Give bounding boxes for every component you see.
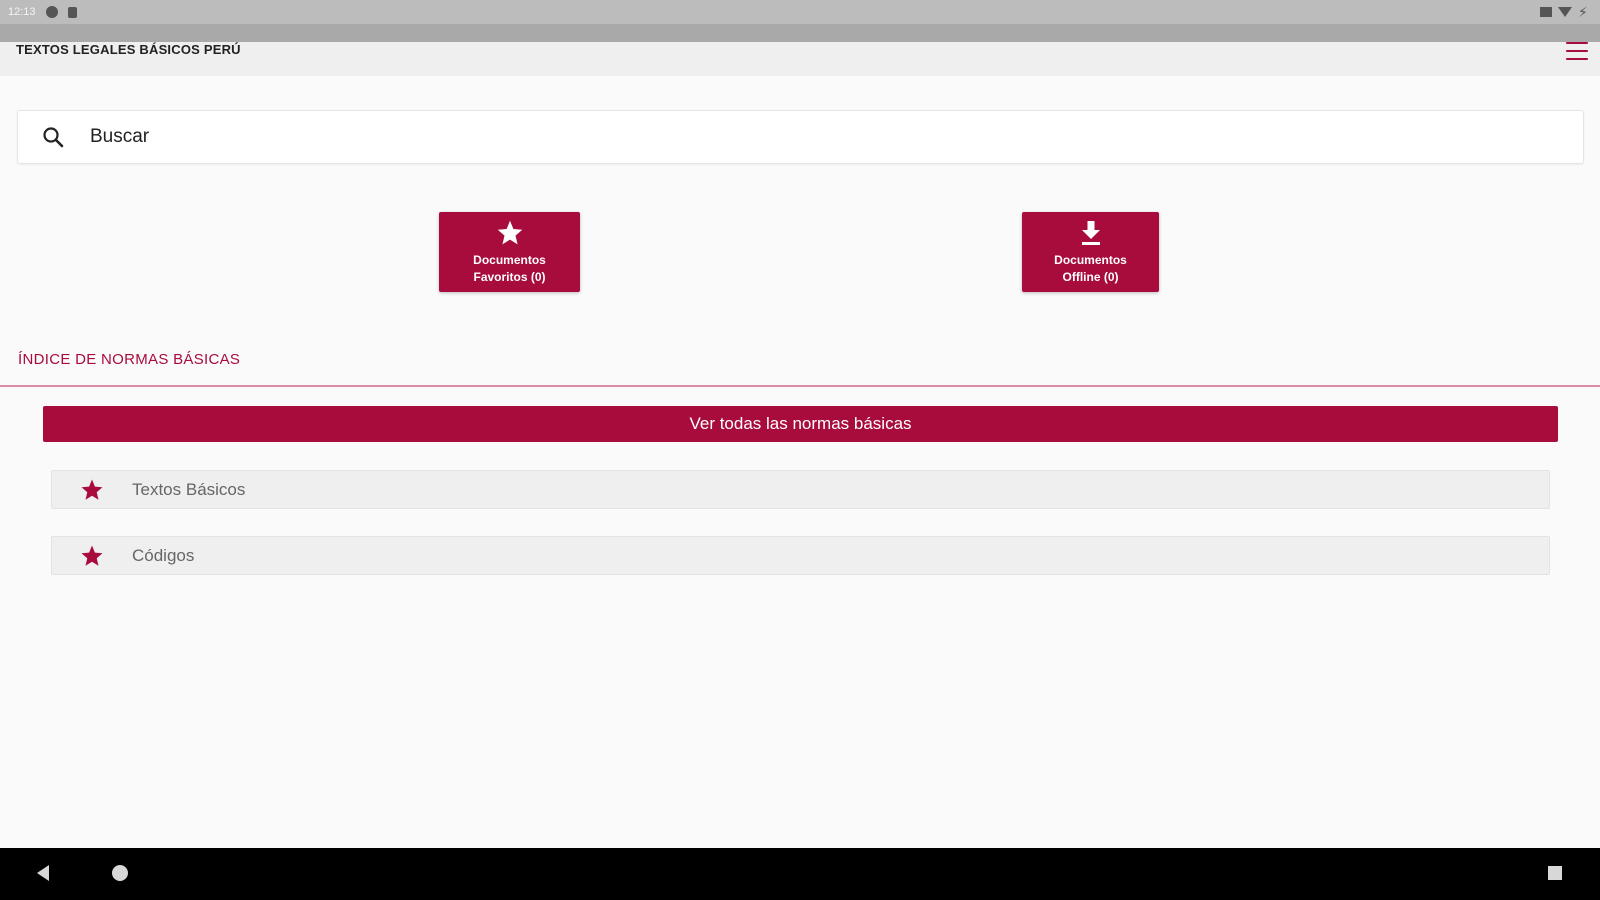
battery-icon: ⚡ bbox=[1578, 4, 1588, 20]
list-item-label: Códigos bbox=[132, 545, 195, 565]
star-icon bbox=[80, 478, 104, 502]
offline-documents-label: Documentos Offline (0) bbox=[1054, 252, 1127, 286]
section-title: ÍNDICE DE NORMAS BÁSICAS bbox=[18, 351, 241, 368]
search-icon bbox=[38, 122, 68, 152]
toolbar-shade bbox=[0, 24, 1600, 42]
section-divider bbox=[0, 385, 1600, 387]
system-navigation-bar bbox=[0, 848, 1600, 900]
favorite-documents-label-line1: Documentos bbox=[473, 253, 546, 267]
list-item-codigos[interactable]: Códigos bbox=[51, 536, 1550, 575]
star-icon bbox=[80, 544, 104, 568]
favorite-documents-label-line2: Favoritos (0) bbox=[473, 270, 546, 284]
favorite-documents-button[interactable]: Documentos Favoritos (0) bbox=[439, 212, 580, 292]
offline-documents-label-line1: Documentos bbox=[1054, 253, 1127, 267]
wifi-icon bbox=[1558, 7, 1572, 17]
star-icon bbox=[495, 218, 525, 248]
lock-icon bbox=[67, 6, 77, 18]
app-bar: TEXTOS LEGALES BÁSICOS PERÚ bbox=[0, 42, 1600, 76]
offline-documents-button[interactable]: Documentos Offline (0) bbox=[1022, 212, 1159, 292]
cast-icon bbox=[1540, 7, 1552, 17]
view-all-norms-button[interactable]: Ver todas las normas básicas bbox=[43, 406, 1558, 442]
recent-apps-icon[interactable] bbox=[1548, 866, 1562, 880]
download-icon bbox=[1076, 218, 1106, 248]
sync-icon bbox=[45, 6, 58, 18]
status-time: 12:13 bbox=[8, 6, 36, 18]
home-icon[interactable] bbox=[112, 865, 128, 881]
app-title: TEXTOS LEGALES BÁSICOS PERÚ bbox=[16, 42, 241, 57]
hamburger-menu-icon[interactable] bbox=[1566, 42, 1588, 60]
status-bar: 12:13 ⚡ bbox=[0, 0, 1600, 24]
search-input[interactable] bbox=[90, 117, 1490, 157]
list-item-textos-basicos[interactable]: Textos Básicos bbox=[51, 470, 1550, 509]
back-icon[interactable] bbox=[37, 865, 49, 881]
favorite-documents-label: Documentos Favoritos (0) bbox=[473, 252, 546, 286]
search-box[interactable] bbox=[17, 110, 1584, 164]
offline-documents-label-line2: Offline (0) bbox=[1062, 270, 1119, 284]
list-item-label: Textos Básicos bbox=[132, 479, 246, 499]
